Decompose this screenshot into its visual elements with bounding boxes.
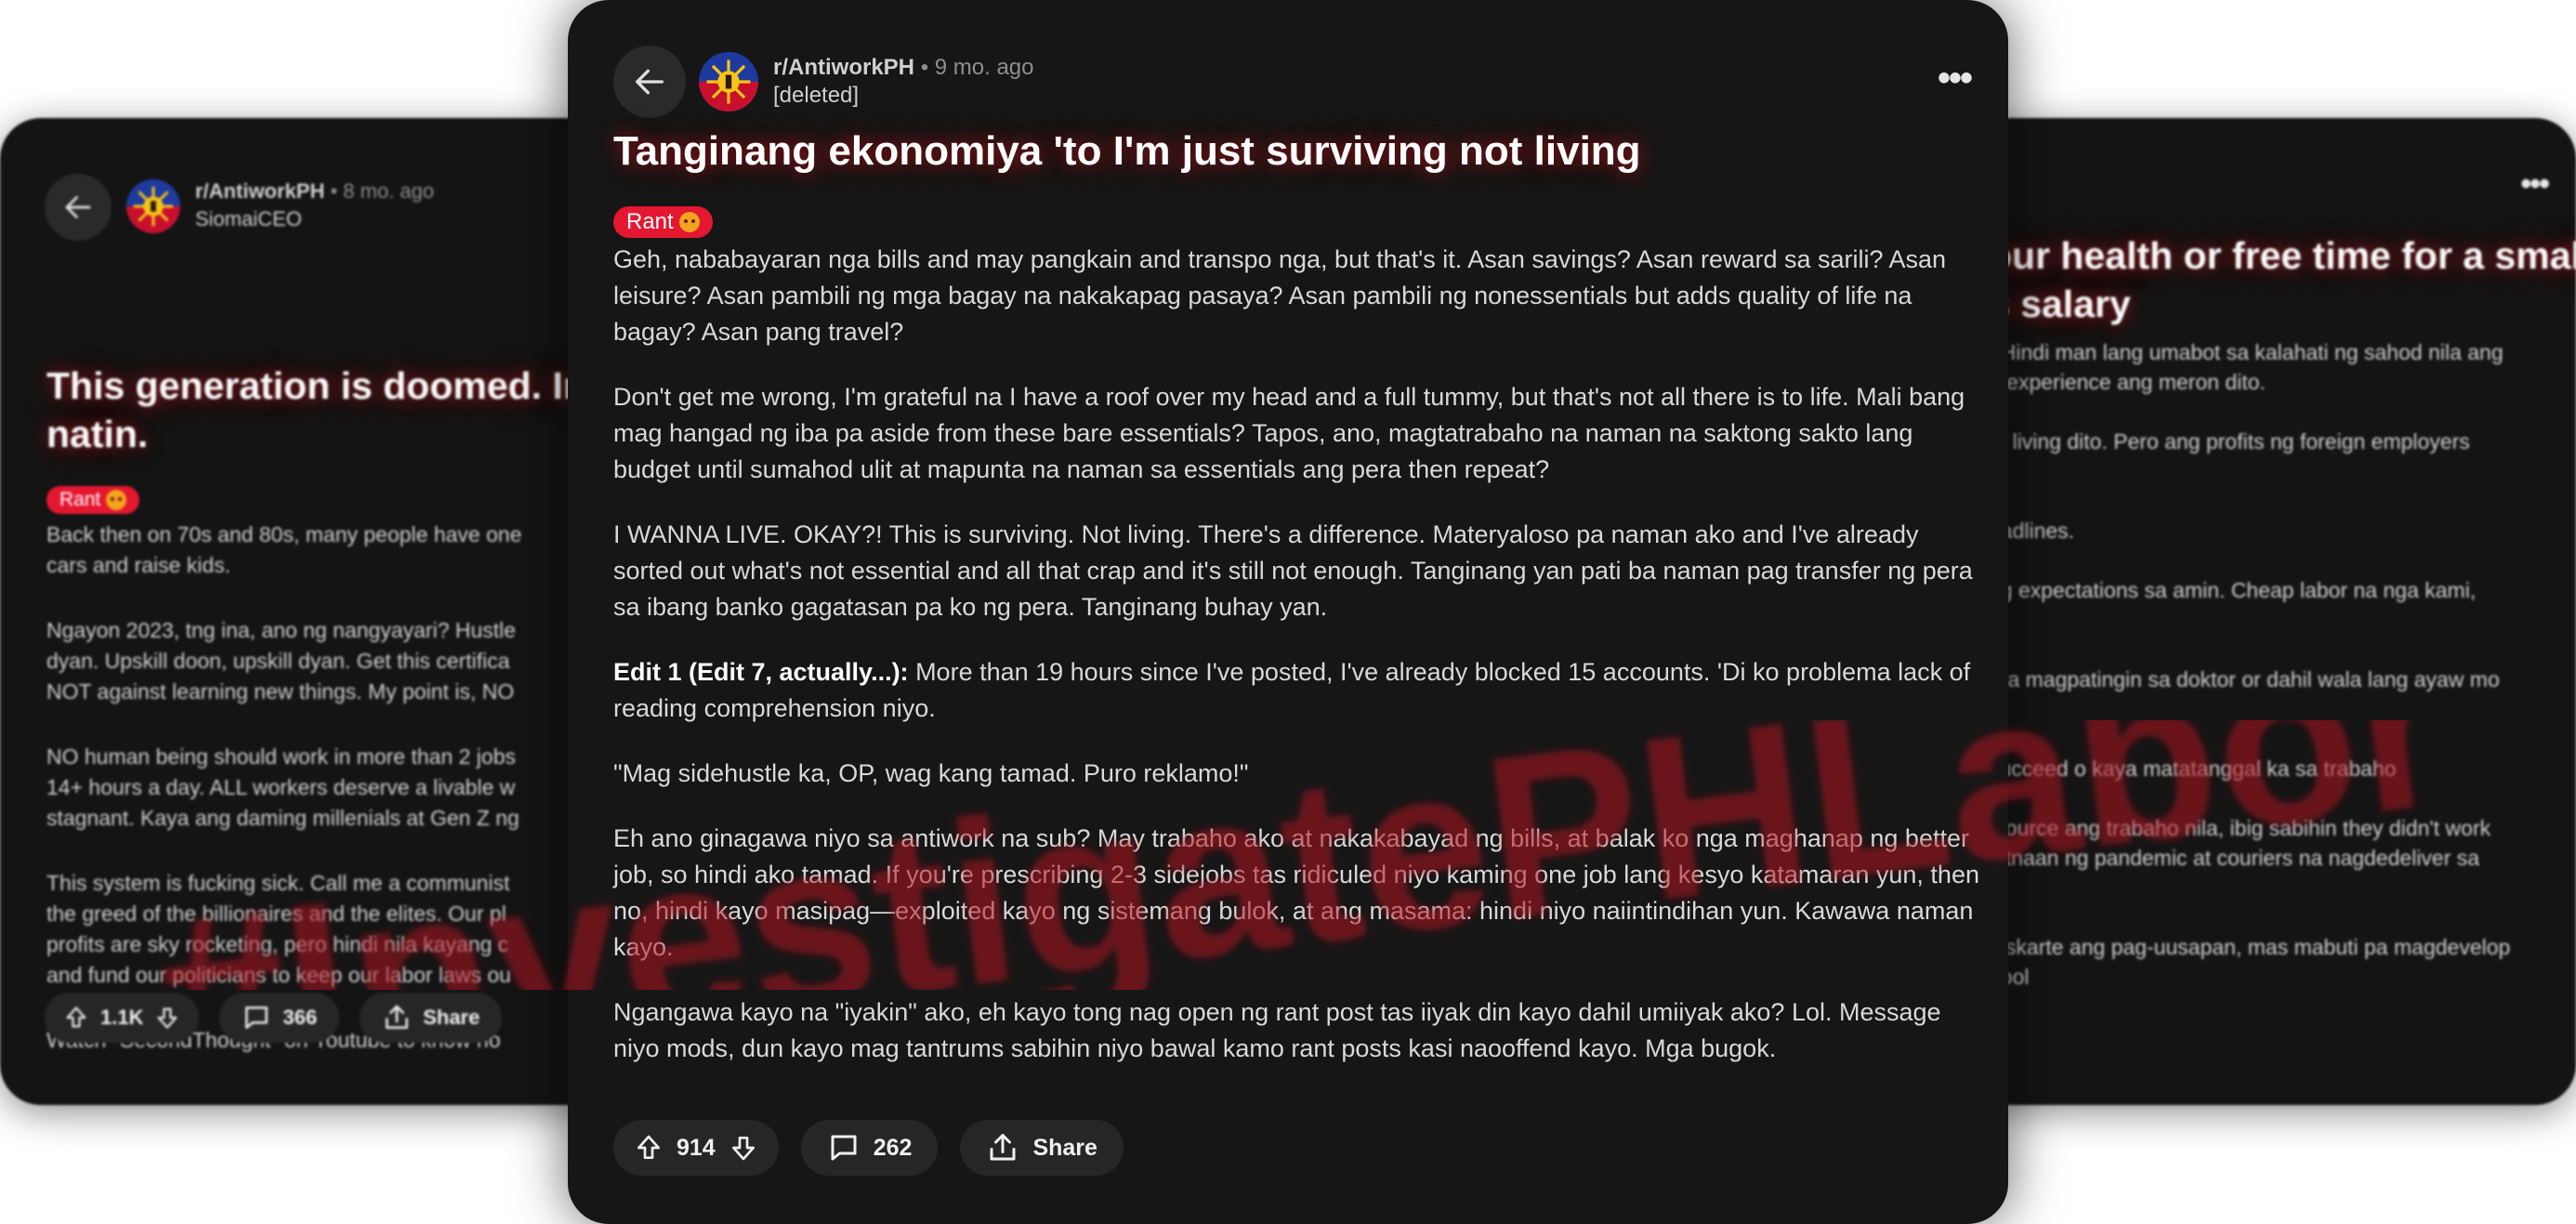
back-arrow-icon xyxy=(636,69,664,95)
angry-face-icon xyxy=(106,490,127,510)
share-label: Share xyxy=(1032,1134,1097,1161)
body-line: Back then on 70s and 80s, many people ha… xyxy=(46,522,522,546)
share-label: Share xyxy=(423,1006,480,1029)
post-title-line: our health or free time for a small xyxy=(1989,234,2576,277)
action-bar: 914 262 Share xyxy=(613,1120,1124,1176)
body-paragraph: Eh ano ginagawa niyo sa antiwork na sub?… xyxy=(613,824,1979,961)
upvote-icon[interactable] xyxy=(634,1133,664,1163)
body-paragraph: I WANNA LIVE. OKAY?! This is surviving. … xyxy=(613,520,1973,621)
body-line: of living dito. Pero ang profits ng fore… xyxy=(1989,429,2470,454)
body-paragraph: "Mag sidehustle ka, OP, wag kang tamad. … xyxy=(613,759,1249,787)
body-line: 14+ hours a day. ALL workers deserve a l… xyxy=(46,775,516,799)
body-line: This system is fucking sick. Call me a c… xyxy=(46,871,510,895)
body-line: diskarte ang pag-uusapan, mas mabuti pa … xyxy=(1989,935,2511,959)
more-options-icon[interactable]: ••• xyxy=(1938,58,1973,99)
back-button[interactable] xyxy=(45,174,112,241)
main-post-card: r/AntiworkPH • 9 mo. ago [deleted] ••• T… xyxy=(568,0,2008,1224)
body-line: e experience ang meron dito. xyxy=(1989,370,2266,394)
body-paragraph: Ngangawa kayo na "iyakin" ako, eh kayo t… xyxy=(613,998,1941,1062)
post-title-line: This generation is doomed. In xyxy=(46,364,586,407)
share-button[interactable]: Share xyxy=(360,993,503,1043)
post-body: . Hindi man lang umabot sa kalahati ng s… xyxy=(1989,337,2510,992)
post-time: • 8 mo. ago xyxy=(330,179,435,203)
body-line: the greed of the billionaires and the el… xyxy=(46,902,506,926)
right-post-card: ••• our health or free time for a small … xyxy=(1970,118,2576,1105)
share-icon xyxy=(386,1005,409,1029)
left-post-card: r/AntiworkPH • 8 mo. ago SiomaiCEO This … xyxy=(0,118,613,1105)
body-line: pool xyxy=(1989,965,2030,989)
body-line: ng expectations sa amin. Cheap labor na … xyxy=(1989,578,2477,602)
action-bar: 1.1K 366 Share xyxy=(45,993,503,1043)
flair-label: Rant xyxy=(59,489,101,510)
post-title-line: s salary xyxy=(1989,283,2131,325)
body-paragraph: Geh, nababayaran nga bills and may pangk… xyxy=(613,245,1947,346)
vote-pill: 1.1K xyxy=(45,993,200,1043)
post-title: Tanginang ekonomiya 'to I'm just survivi… xyxy=(613,128,1641,174)
share-button[interactable]: Share xyxy=(960,1120,1124,1176)
body-line: cars and raise kids. xyxy=(46,553,231,577)
subreddit-avatar[interactable] xyxy=(699,52,758,112)
flair-badge[interactable]: Rant xyxy=(46,486,140,514)
downvote-icon[interactable] xyxy=(729,1133,758,1163)
upvote-icon[interactable] xyxy=(63,1005,89,1031)
vote-pill: 914 xyxy=(613,1120,779,1176)
post-author: [deleted] xyxy=(773,83,860,108)
body-line: NOT against learning new things. My poin… xyxy=(46,679,515,704)
body-line: profits are sky rocketing, pero hindi ni… xyxy=(46,932,509,956)
angry-face-icon xyxy=(678,212,700,232)
subreddit-name[interactable]: r/AntiworkPH xyxy=(195,179,324,203)
share-icon xyxy=(990,1134,1016,1161)
back-button[interactable] xyxy=(613,46,686,118)
post-title-line: natin. xyxy=(46,413,149,455)
comments-button[interactable]: 262 xyxy=(800,1120,939,1176)
comment-icon xyxy=(831,1135,857,1161)
post-title: This generation is doomed. In natin. xyxy=(46,362,586,458)
flair-badge[interactable]: Rant xyxy=(613,206,713,238)
sun-emblem-icon xyxy=(126,179,180,233)
comment-icon xyxy=(245,1007,269,1029)
edit-paragraph: Edit 1 (Edit 7, actually...): More than … xyxy=(613,654,1984,727)
vote-count: 914 xyxy=(677,1134,716,1161)
comments-button[interactable]: 366 xyxy=(219,993,340,1043)
vote-count: 1.1K xyxy=(100,1006,144,1029)
post-author[interactable]: SiomaiCEO xyxy=(195,205,434,233)
body-line: ara magpatingin sa doktor or dahil wala … xyxy=(1989,667,2500,691)
post-time: • 9 mo. ago xyxy=(920,55,1034,80)
body-line: stagnant. Kaya ang daming millenials at … xyxy=(46,806,519,830)
body-line: NO human being should work in more than … xyxy=(46,744,517,769)
flair-label: Rant xyxy=(626,209,674,234)
more-options-icon[interactable]: ••• xyxy=(2520,166,2550,203)
downvote-icon[interactable] xyxy=(154,1005,180,1031)
body-line: dyan. Upskill doon, upskill dyan. Get th… xyxy=(46,649,510,673)
post-title: our health or free time for a small s sa… xyxy=(1989,231,2576,328)
body-line: eadlines. xyxy=(1989,519,2075,543)
sun-emblem-icon xyxy=(699,52,758,112)
body-line: tsource ang trabaho nila, ibig sabihin t… xyxy=(1989,816,2491,840)
body-line: succeed o kaya matatanggal ka sa trabaho xyxy=(1989,757,2397,781)
post-body: Geh, nababayaran nga bills and may pangk… xyxy=(613,242,1984,1096)
body-line: . Hindi man lang umabot sa kalahati ng s… xyxy=(1989,340,2504,364)
comment-count: 262 xyxy=(873,1134,913,1161)
body-line: and fund our politicians to keep our lab… xyxy=(46,963,511,987)
body-line: Ngayon 2023, tng ina, ano ng nangyayari?… xyxy=(46,618,517,642)
body-paragraph: Don't get me wrong, I'm grateful na I ha… xyxy=(613,383,1965,483)
comment-count: 366 xyxy=(283,1006,318,1029)
body-line: gitnaan ng pandemic at couriers na nagde… xyxy=(1989,846,2480,870)
edit-label: Edit 1 (Edit 7, actually...): xyxy=(613,658,909,686)
subreddit-name[interactable]: r/AntiworkPH xyxy=(773,55,914,80)
subreddit-avatar[interactable] xyxy=(126,179,180,233)
back-arrow-icon xyxy=(65,196,91,218)
